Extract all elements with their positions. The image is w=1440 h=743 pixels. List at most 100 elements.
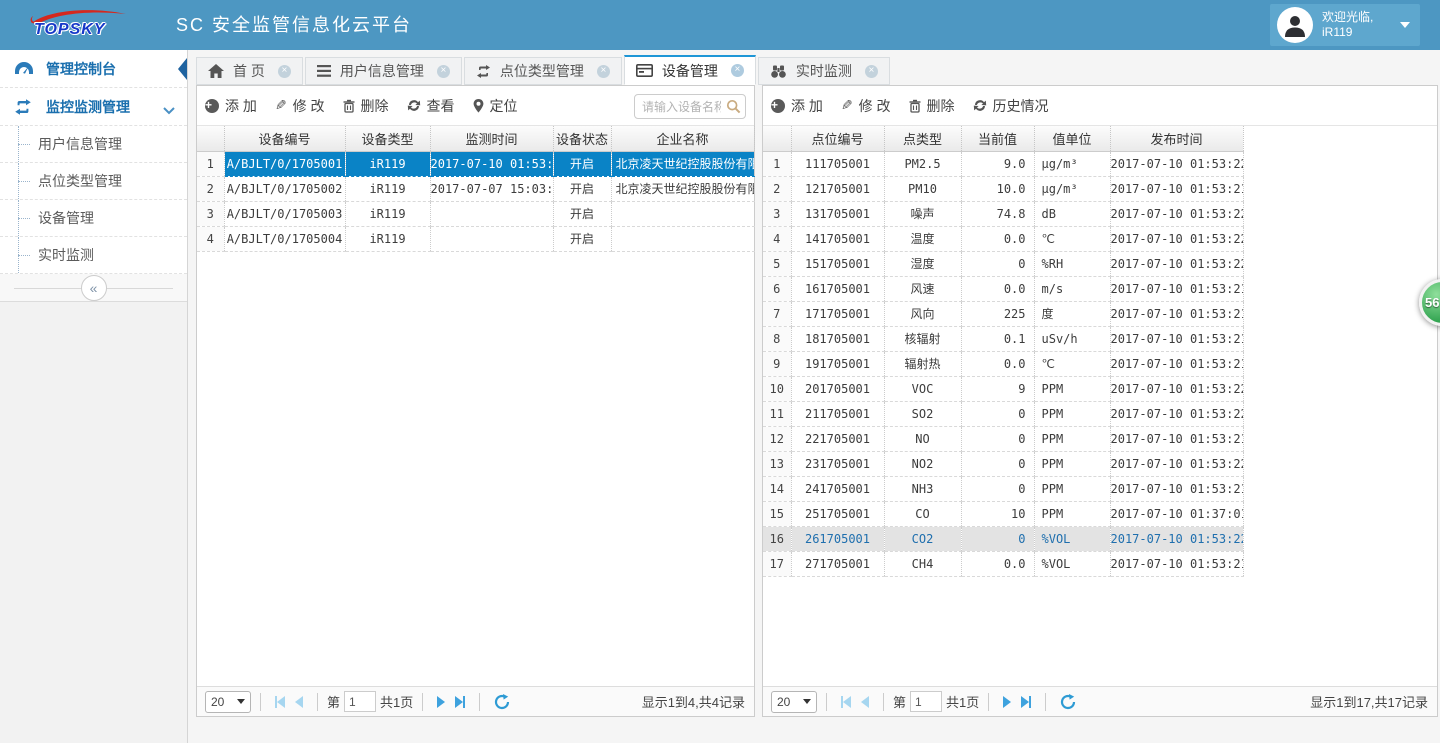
reload-icon[interactable] bbox=[1060, 694, 1076, 710]
table-row[interactable]: 11211705001SO20PPM2017-07-10 01:53:22 bbox=[763, 401, 1243, 426]
page-size-select[interactable]: 20 bbox=[771, 691, 817, 713]
cell[interactable]: iR119 bbox=[345, 226, 430, 251]
cell[interactable]: 开启 bbox=[553, 226, 611, 251]
cell[interactable]: 111705001 bbox=[791, 151, 884, 176]
cell[interactable]: PPM bbox=[1034, 451, 1110, 476]
add-button[interactable]: + 添 加 bbox=[205, 96, 257, 116]
cell[interactable]: PPM bbox=[1034, 376, 1110, 401]
cell[interactable]: 辐射热 bbox=[884, 351, 961, 376]
cell[interactable]: ℃ bbox=[1034, 351, 1110, 376]
cell[interactable]: 2017-07-10 01:53:22 bbox=[1110, 451, 1243, 476]
sidebar-item-monitor-mgmt[interactable]: 监控监测管理 bbox=[0, 88, 187, 126]
prev-page-button[interactable] bbox=[295, 696, 303, 708]
cell[interactable]: A/BJLT/0/1705004 bbox=[224, 226, 345, 251]
last-page-button[interactable] bbox=[1021, 696, 1031, 708]
column-header[interactable]: 企业名称 bbox=[611, 126, 754, 151]
prev-page-button[interactable] bbox=[861, 696, 869, 708]
column-header[interactable]: 当前值 bbox=[961, 126, 1034, 151]
cell[interactable]: PPM bbox=[1034, 401, 1110, 426]
cell[interactable]: 2017-07-10 01:53:21 bbox=[1110, 351, 1243, 376]
cell[interactable]: 0 bbox=[961, 451, 1034, 476]
cell[interactable]: 74.8 bbox=[961, 201, 1034, 226]
cell[interactable]: 0.0 bbox=[961, 276, 1034, 301]
cell[interactable]: 131705001 bbox=[791, 201, 884, 226]
cell[interactable]: 231705001 bbox=[791, 451, 884, 476]
cell[interactable]: 2017-07-10 01:53:22 bbox=[1110, 201, 1243, 226]
table-row[interactable]: 15251705001CO10PPM2017-07-10 01:37:01 bbox=[763, 501, 1243, 526]
column-header[interactable]: 设备状态 bbox=[553, 126, 611, 151]
first-page-button[interactable] bbox=[841, 696, 851, 708]
cell[interactable]: 北京凌天世纪控股股份有限公司 bbox=[611, 176, 754, 201]
cell[interactable]: 2017-07-10 01:53:22 bbox=[430, 151, 553, 176]
cell[interactable]: 风速 bbox=[884, 276, 961, 301]
cell[interactable]: CO2 bbox=[884, 526, 961, 551]
cell[interactable]: 开启 bbox=[553, 176, 611, 201]
cell[interactable]: NH3 bbox=[884, 476, 961, 501]
table-row[interactable]: 12221705001NO0PPM2017-07-10 01:53:21 bbox=[763, 426, 1243, 451]
page-number-input[interactable] bbox=[910, 691, 942, 712]
column-header[interactable]: 监测时间 bbox=[430, 126, 553, 151]
cell[interactable]: 北京凌天世纪控股股份有限公司 bbox=[611, 151, 754, 176]
cell[interactable]: 0.0 bbox=[961, 551, 1034, 576]
cell[interactable]: μg/m³ bbox=[1034, 176, 1110, 201]
reload-icon[interactable] bbox=[494, 694, 510, 710]
cell[interactable]: 161705001 bbox=[791, 276, 884, 301]
cell[interactable]: 风向 bbox=[884, 301, 961, 326]
table-row[interactable]: 1A/BJLT/0/1705001iR1192017-07-10 01:53:2… bbox=[197, 151, 754, 176]
cell[interactable]: 2017-07-10 01:53:21 bbox=[1110, 326, 1243, 351]
cell[interactable]: NO2 bbox=[884, 451, 961, 476]
table-row[interactable]: 2A/BJLT/0/1705002iR1192017-07-07 15:03:0… bbox=[197, 176, 754, 201]
cell[interactable]: PPM bbox=[1034, 426, 1110, 451]
table-row[interactable]: 7171705001风向225度2017-07-10 01:53:21 bbox=[763, 301, 1243, 326]
cell[interactable]: 2017-07-07 15:03:05 bbox=[430, 176, 553, 201]
cell[interactable]: 2017-07-10 01:37:01 bbox=[1110, 501, 1243, 526]
cell[interactable]: 0 bbox=[961, 526, 1034, 551]
cell[interactable]: 0.1 bbox=[961, 326, 1034, 351]
cell[interactable]: 181705001 bbox=[791, 326, 884, 351]
cell[interactable] bbox=[430, 226, 553, 251]
cell[interactable]: CO bbox=[884, 501, 961, 526]
search-icon[interactable] bbox=[726, 99, 741, 117]
cell[interactable]: ℃ bbox=[1034, 226, 1110, 251]
tab-user-info[interactable]: 用户信息管理 × bbox=[305, 57, 462, 85]
column-header[interactable]: 发布时间 bbox=[1110, 126, 1243, 151]
cell[interactable]: 2017-07-10 01:53:22 bbox=[1110, 401, 1243, 426]
next-page-button[interactable] bbox=[437, 696, 445, 708]
cell[interactable]: uSv/h bbox=[1034, 326, 1110, 351]
cell[interactable]: %RH bbox=[1034, 251, 1110, 276]
cell[interactable]: 0.0 bbox=[961, 226, 1034, 251]
close-icon[interactable]: × bbox=[597, 65, 610, 78]
cell[interactable]: 9.0 bbox=[961, 151, 1034, 176]
cell[interactable]: 251705001 bbox=[791, 501, 884, 526]
first-page-button[interactable] bbox=[275, 696, 285, 708]
table-row[interactable]: 14241705001NH30PPM2017-07-10 01:53:21 bbox=[763, 476, 1243, 501]
cell[interactable]: iR119 bbox=[345, 151, 430, 176]
table-row[interactable]: 6161705001风速0.0m/s2017-07-10 01:53:21 bbox=[763, 276, 1243, 301]
column-header[interactable]: 设备编号 bbox=[224, 126, 345, 151]
add-button[interactable]: + 添 加 bbox=[771, 96, 823, 116]
edit-button[interactable]: ✎ 修 改 bbox=[275, 96, 325, 116]
cell[interactable]: 9 bbox=[961, 376, 1034, 401]
cell[interactable]: CH4 bbox=[884, 551, 961, 576]
close-icon[interactable]: × bbox=[437, 65, 450, 78]
cell[interactable]: m/s bbox=[1034, 276, 1110, 301]
locate-button[interactable]: 定位 bbox=[473, 96, 518, 116]
cell[interactable]: SO2 bbox=[884, 401, 961, 426]
cell[interactable]: 2017-07-10 01:53:21 bbox=[1110, 551, 1243, 576]
cell[interactable] bbox=[611, 226, 754, 251]
cell[interactable]: 225 bbox=[961, 301, 1034, 326]
cell[interactable]: μg/m³ bbox=[1034, 151, 1110, 176]
table-row[interactable]: 4A/BJLT/0/1705004iR119开启 bbox=[197, 226, 754, 251]
cell[interactable]: 2017-07-10 01:53:22 bbox=[1110, 526, 1243, 551]
table-row[interactable]: 4141705001温度0.0℃2017-07-10 01:53:22 bbox=[763, 226, 1243, 251]
cell[interactable]: 0 bbox=[961, 251, 1034, 276]
cell[interactable]: 2017-07-10 01:53:21 bbox=[1110, 426, 1243, 451]
column-header[interactable]: 点位编号 bbox=[791, 126, 884, 151]
cell[interactable]: 0 bbox=[961, 401, 1034, 426]
delete-button[interactable]: 删除 bbox=[343, 96, 389, 116]
tab-device-mgmt[interactable]: 设备管理 × bbox=[624, 55, 756, 85]
cell[interactable]: 0 bbox=[961, 426, 1034, 451]
cell[interactable]: PPM bbox=[1034, 501, 1110, 526]
table-row[interactable]: 16261705001CO20%VOL2017-07-10 01:53:22 bbox=[763, 526, 1243, 551]
cell[interactable]: 核辐射 bbox=[884, 326, 961, 351]
